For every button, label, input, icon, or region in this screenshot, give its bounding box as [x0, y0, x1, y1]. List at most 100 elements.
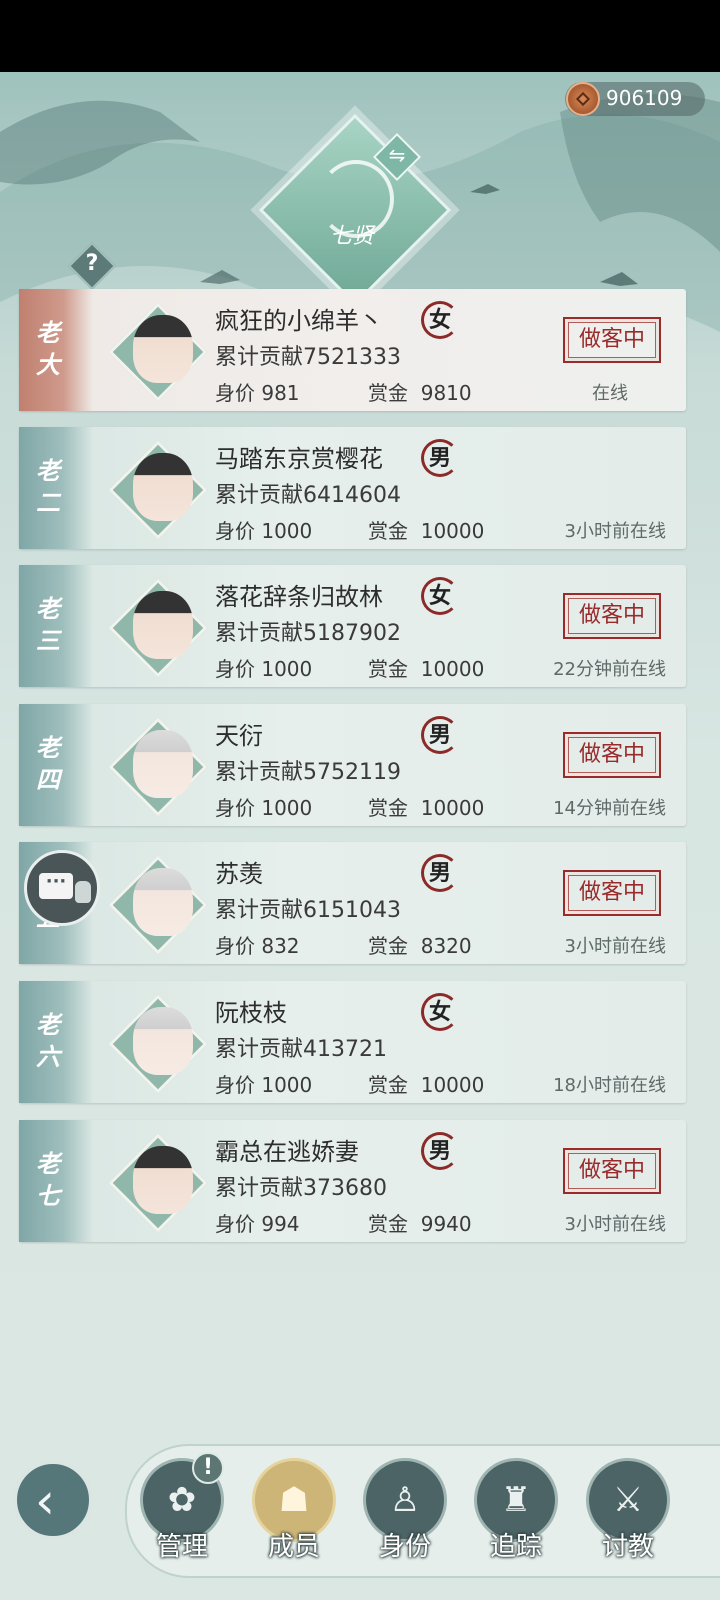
- member-card[interactable]: 老五 苏羡 男 累计贡献6151043 身价 832 赏金 8320 做客中 3…: [19, 842, 686, 964]
- avatar[interactable]: [133, 453, 193, 521]
- worth-label: 身价: [215, 934, 255, 958]
- worth-label: 身价: [215, 381, 255, 405]
- contribution-label: 累计贡献: [215, 483, 304, 508]
- avatar[interactable]: [133, 868, 193, 936]
- bounty-text: 赏金 10000: [368, 653, 484, 682]
- nav-label: 追踪: [489, 1532, 542, 1562]
- bounty-label: 赏金: [368, 934, 408, 958]
- rank-ribbon: 老四: [19, 704, 93, 826]
- bounty-text: 赏金 8320: [368, 930, 472, 959]
- bounty-label: 赏金: [368, 657, 408, 681]
- bounty-label: 赏金: [368, 1073, 408, 1097]
- contribution-value: 6414604: [303, 483, 401, 508]
- online-status: 3小时前在线: [564, 521, 666, 542]
- bounty-value: 10000: [420, 657, 485, 681]
- avatar[interactable]: [133, 1007, 193, 1075]
- member-card[interactable]: 老大 疯狂的小绵羊丶 女 累计贡献7521333 身价 981 赏金 9810 …: [19, 289, 686, 411]
- member-card[interactable]: 老二 马踏东京赏樱花 男 累计贡献6414604 身价 1000 赏金 1000…: [19, 427, 686, 549]
- member-card[interactable]: 老七 霸总在逃娇妻 男 累计贡献373680 身价 994 赏金 9940 做客…: [19, 1120, 686, 1242]
- bounty-value: 10000: [420, 519, 485, 543]
- online-status: 18小时前在线: [553, 1075, 666, 1096]
- contribution-label: 累计贡献: [215, 760, 304, 785]
- contribution-value: 413721: [303, 1037, 387, 1062]
- member-name: 马踏东京赏樱花: [215, 445, 383, 473]
- contribution-label: 累计贡献: [215, 345, 304, 370]
- worth-label: 身价: [215, 519, 255, 543]
- bounty-text: 赏金 10000: [368, 792, 484, 821]
- worth-value: 1000: [261, 519, 313, 543]
- worth-text: 身价 994: [215, 1208, 300, 1237]
- rank-ribbon: 老七: [19, 1120, 93, 1242]
- contribution-text: 累计贡献6414604: [215, 477, 401, 509]
- nav-item-1[interactable]: ☗ 成员: [250, 1458, 338, 1578]
- swap-icon[interactable]: ⇋: [382, 141, 412, 169]
- member-name: 阮枝枝: [215, 999, 287, 1027]
- member-card[interactable]: 老三 落花辞条归故林 女 累计贡献5187902 身价 1000 赏金 1000…: [19, 565, 686, 687]
- contribution-value: 5187902: [303, 621, 401, 646]
- faction-title: 七贤: [329, 224, 374, 249]
- worth-text: 身价 1000: [215, 1069, 312, 1098]
- contribution-label: 累计贡献: [215, 898, 304, 923]
- contribution-value: 7521333: [303, 345, 401, 370]
- avatar[interactable]: [133, 1146, 193, 1214]
- back-button[interactable]: ‹: [13, 1460, 93, 1540]
- worth-label: 身价: [215, 796, 255, 820]
- visiting-status-stamp: 做客中: [563, 1148, 661, 1194]
- worth-value: 1000: [261, 657, 313, 681]
- bounty-text: 赏金 9810: [368, 377, 472, 406]
- rank-ribbon: 老六: [19, 981, 93, 1103]
- status-bar: [0, 0, 720, 72]
- nav-item-2[interactable]: ♙ 身份: [361, 1458, 449, 1578]
- member-name: 苏羡: [215, 860, 263, 888]
- gender-badge: 男: [421, 854, 459, 892]
- worth-label: 身价: [215, 657, 255, 681]
- bounty-text: 赏金 9940: [368, 1208, 472, 1237]
- member-card[interactable]: 老六 阮枝枝 女 累计贡献413721 身价 1000 赏金 10000 18小…: [19, 981, 686, 1103]
- rank-label: 老七: [36, 1149, 60, 1210]
- visiting-status-stamp: 做客中: [563, 870, 661, 916]
- back-arrow-icon: ‹: [35, 1472, 55, 1530]
- contribution-value: 6151043: [303, 898, 401, 923]
- contribution-value: 5752119: [303, 760, 401, 785]
- contribution-text: 累计贡献7521333: [215, 339, 401, 371]
- bounty-value: 9810: [420, 381, 472, 405]
- rank-label: 老六: [36, 1010, 60, 1071]
- bounty-value: 9940: [420, 1212, 472, 1236]
- contribution-label: 累计贡献: [215, 621, 304, 646]
- worth-text: 身价 1000: [215, 653, 312, 682]
- online-status: 3小时前在线: [564, 1214, 666, 1235]
- bounty-text: 赏金 10000: [368, 1069, 484, 1098]
- bounty-value: 10000: [420, 1073, 485, 1097]
- contribution-text: 累计贡献6151043: [215, 892, 401, 924]
- gender-badge: 女: [421, 993, 459, 1031]
- copper-coin-icon: [566, 82, 600, 116]
- online-status: 在线: [592, 383, 628, 404]
- worth-text: 身价 981: [215, 377, 300, 406]
- member-card[interactable]: 老四 天衍 男 累计贡献5752119 身价 1000 赏金 10000 做客中…: [19, 704, 686, 826]
- gender-badge: 女: [421, 301, 459, 339]
- rank-label: 老三: [36, 594, 60, 655]
- rank-ribbon: 老二: [19, 427, 93, 549]
- bounty-value: 8320: [420, 934, 472, 958]
- worth-label: 身价: [215, 1212, 255, 1236]
- nav-item-3[interactable]: ♜ 追踪: [472, 1458, 560, 1578]
- rank-label: 老二: [36, 456, 60, 517]
- bounty-value: 10000: [420, 796, 485, 820]
- avatar[interactable]: [133, 730, 193, 798]
- contribution-label: 累计贡献: [215, 1037, 304, 1062]
- worth-label: 身价: [215, 1073, 255, 1097]
- avatar[interactable]: [133, 315, 193, 383]
- help-icon[interactable]: ?: [76, 248, 108, 280]
- currency-value: 906109: [606, 86, 683, 110]
- contribution-label: 累计贡献: [215, 1176, 304, 1201]
- chat-float-button[interactable]: [24, 850, 100, 926]
- nav-item-4[interactable]: ⚔ 讨教: [584, 1458, 672, 1578]
- visiting-status-stamp: 做客中: [563, 732, 661, 778]
- bounty-label: 赏金: [368, 381, 408, 405]
- contribution-text: 累计贡献5752119: [215, 754, 401, 786]
- worth-value: 981: [261, 381, 300, 405]
- gender-badge: 男: [421, 439, 459, 477]
- rank-label: 老四: [36, 733, 60, 794]
- gender-badge: 女: [421, 577, 459, 615]
- avatar[interactable]: [133, 591, 193, 659]
